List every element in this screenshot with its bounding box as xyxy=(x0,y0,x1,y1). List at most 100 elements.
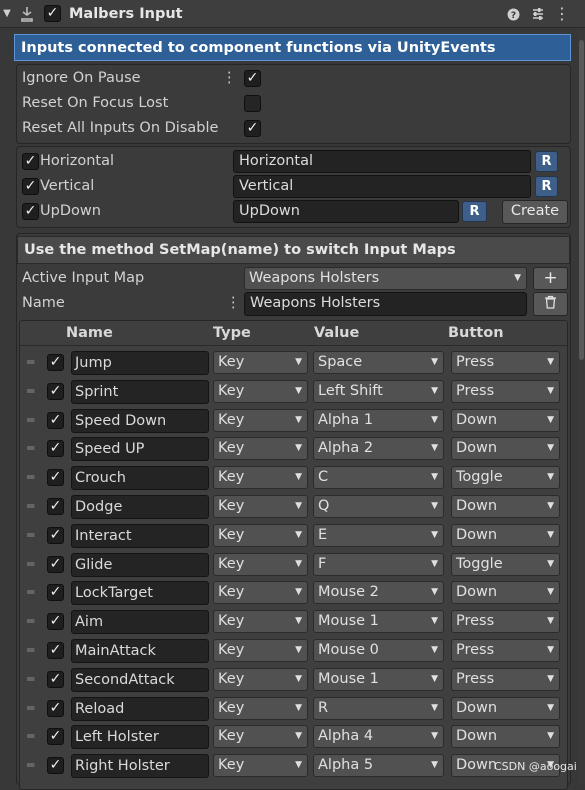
row-value-dropdown[interactable]: Left Shift ▼ xyxy=(313,380,444,403)
row-name-field[interactable]: Interact xyxy=(71,524,209,548)
row-enabled-checkbox[interactable]: ✓ xyxy=(47,700,64,717)
row-enabled-checkbox[interactable]: ✓ xyxy=(47,642,64,659)
row-type-dropdown[interactable]: Key ▼ xyxy=(213,668,308,691)
row-type-dropdown[interactable]: Key ▼ xyxy=(213,524,308,547)
row-button-dropdown[interactable]: Press ▼ xyxy=(451,351,560,374)
drag-handle-icon[interactable]: ═ xyxy=(27,466,34,488)
row-button-dropdown[interactable]: Down ▼ xyxy=(451,437,560,460)
vertical-axis-field[interactable]: Vertical xyxy=(233,175,531,198)
row-name-field[interactable]: Crouch xyxy=(71,466,209,490)
active-input-map-dropdown[interactable]: Weapons Holsters ▼ xyxy=(244,267,527,290)
drag-handle-icon[interactable]: ═ xyxy=(27,409,34,431)
reset-all-inputs-checkbox[interactable]: ✓ xyxy=(244,120,261,137)
row-enabled-checkbox[interactable]: ✓ xyxy=(47,671,64,688)
row-value-dropdown[interactable]: Alpha 1 ▼ xyxy=(313,409,444,432)
row-type-dropdown[interactable]: Key ▼ xyxy=(213,380,308,403)
row-name-field[interactable]: Glide xyxy=(71,553,209,577)
row-value-dropdown[interactable]: Mouse 1 ▼ xyxy=(313,668,444,691)
row-name-field[interactable]: Sprint xyxy=(71,380,209,404)
row-name-field[interactable]: Speed Down xyxy=(71,409,209,433)
drag-handle-icon[interactable]: ═ xyxy=(27,380,34,402)
kebab-menu-icon[interactable]: ⋮ xyxy=(552,0,572,28)
delete-map-button[interactable] xyxy=(533,292,568,316)
row-name-field[interactable]: Right Holster xyxy=(71,754,209,778)
row-enabled-checkbox[interactable]: ✓ xyxy=(47,527,64,544)
row-type-dropdown[interactable]: Key ▼ xyxy=(213,553,308,576)
row-name-field[interactable]: LockTarget xyxy=(71,581,209,605)
scrollbar-thumb[interactable] xyxy=(579,40,584,360)
row-value-dropdown[interactable]: Alpha 4 ▼ xyxy=(313,725,444,748)
vertical-axis-checkbox[interactable]: ✓ xyxy=(22,178,39,195)
row-value-dropdown[interactable]: Alpha 2 ▼ xyxy=(313,437,444,460)
row-button-dropdown[interactable]: Press ▼ xyxy=(451,380,560,403)
kebab-menu-icon[interactable]: ⋮ xyxy=(222,67,237,89)
drag-handle-icon[interactable]: ═ xyxy=(27,351,34,373)
row-button-dropdown[interactable]: Down ▼ xyxy=(451,409,560,432)
row-button-dropdown[interactable]: Down ▼ xyxy=(451,697,560,720)
row-enabled-checkbox[interactable]: ✓ xyxy=(47,469,64,486)
row-enabled-checkbox[interactable]: ✓ xyxy=(47,728,64,745)
drag-handle-icon[interactable]: ═ xyxy=(27,697,34,719)
row-value-dropdown[interactable]: R ▼ xyxy=(313,697,444,720)
component-enabled-checkbox[interactable]: ✓ xyxy=(44,5,61,22)
row-button-dropdown[interactable]: Press ▼ xyxy=(451,668,560,691)
help-icon[interactable]: ? xyxy=(503,0,523,28)
row-type-dropdown[interactable]: Key ▼ xyxy=(213,466,308,489)
row-enabled-checkbox[interactable]: ✓ xyxy=(47,383,64,400)
horizontal-axis-field[interactable]: Horizontal xyxy=(233,150,531,173)
row-button-dropdown[interactable]: Down ▼ xyxy=(451,495,560,518)
row-button-dropdown[interactable]: Press ▼ xyxy=(451,639,560,662)
drag-handle-icon[interactable]: ═ xyxy=(27,754,34,776)
reset-on-focus-lost-checkbox[interactable] xyxy=(244,95,261,112)
create-button[interactable]: Create xyxy=(502,200,568,224)
row-enabled-checkbox[interactable]: ✓ xyxy=(47,412,64,429)
row-enabled-checkbox[interactable]: ✓ xyxy=(47,498,64,515)
row-value-dropdown[interactable]: Mouse 2 ▼ xyxy=(313,581,444,604)
row-enabled-checkbox[interactable]: ✓ xyxy=(47,354,64,371)
row-type-dropdown[interactable]: Key ▼ xyxy=(213,495,308,518)
updown-axis-field[interactable]: UpDown xyxy=(233,200,459,223)
row-name-field[interactable]: MainAttack xyxy=(71,639,209,663)
updown-axis-checkbox[interactable]: ✓ xyxy=(22,203,39,220)
row-enabled-checkbox[interactable]: ✓ xyxy=(47,440,64,457)
ignore-on-pause-checkbox[interactable]: ✓ xyxy=(244,70,261,87)
row-type-dropdown[interactable]: Key ▼ xyxy=(213,697,308,720)
drag-handle-icon[interactable]: ═ xyxy=(27,437,34,459)
drag-handle-icon[interactable]: ═ xyxy=(27,581,34,603)
drag-handle-icon[interactable]: ═ xyxy=(27,610,34,632)
row-value-dropdown[interactable]: C ▼ xyxy=(313,466,444,489)
row-enabled-checkbox[interactable]: ✓ xyxy=(47,613,64,630)
row-button-dropdown[interactable]: Down ▼ xyxy=(451,524,560,547)
row-type-dropdown[interactable]: Key ▼ xyxy=(213,725,308,748)
row-enabled-checkbox[interactable]: ✓ xyxy=(47,584,64,601)
row-name-field[interactable]: SecondAttack xyxy=(71,668,209,692)
row-value-dropdown[interactable]: Mouse 1 ▼ xyxy=(313,610,444,633)
row-button-dropdown[interactable]: Down ▼ xyxy=(451,581,560,604)
row-button-dropdown[interactable]: Toggle ▼ xyxy=(451,553,560,576)
row-enabled-checkbox[interactable]: ✓ xyxy=(47,556,64,573)
row-name-field[interactable]: Jump xyxy=(71,351,209,375)
drag-handle-icon[interactable]: ═ xyxy=(27,524,34,546)
row-value-dropdown[interactable]: Q ▼ xyxy=(313,495,444,518)
row-name-field[interactable]: Speed UP xyxy=(71,437,209,461)
drag-handle-icon[interactable]: ═ xyxy=(27,495,34,517)
row-type-dropdown[interactable]: Key ▼ xyxy=(213,581,308,604)
foldout-arrow-icon[interactable]: ▼ xyxy=(0,0,14,28)
row-name-field[interactable]: Reload xyxy=(71,697,209,721)
drag-handle-icon[interactable]: ═ xyxy=(27,668,34,690)
row-value-dropdown[interactable]: Mouse 0 ▼ xyxy=(313,639,444,662)
row-type-dropdown[interactable]: Key ▼ xyxy=(213,754,308,777)
horizontal-axis-checkbox[interactable]: ✓ xyxy=(22,153,39,170)
row-type-dropdown[interactable]: Key ▼ xyxy=(213,409,308,432)
row-value-dropdown[interactable]: E ▼ xyxy=(313,524,444,547)
horizontal-r-button[interactable]: R xyxy=(535,151,558,172)
drag-handle-icon[interactable]: ═ xyxy=(27,639,34,661)
updown-r-button[interactable]: R xyxy=(462,201,487,222)
row-value-dropdown[interactable]: Space ▼ xyxy=(313,351,444,374)
row-name-field[interactable]: Aim xyxy=(71,610,209,634)
kebab-menu-icon[interactable]: ⋮ xyxy=(226,292,241,314)
row-type-dropdown[interactable]: Key ▼ xyxy=(213,610,308,633)
drag-handle-icon[interactable]: ═ xyxy=(27,553,34,575)
row-button-dropdown[interactable]: Down ▼ xyxy=(451,725,560,748)
row-value-dropdown[interactable]: Alpha 5 ▼ xyxy=(313,754,444,777)
